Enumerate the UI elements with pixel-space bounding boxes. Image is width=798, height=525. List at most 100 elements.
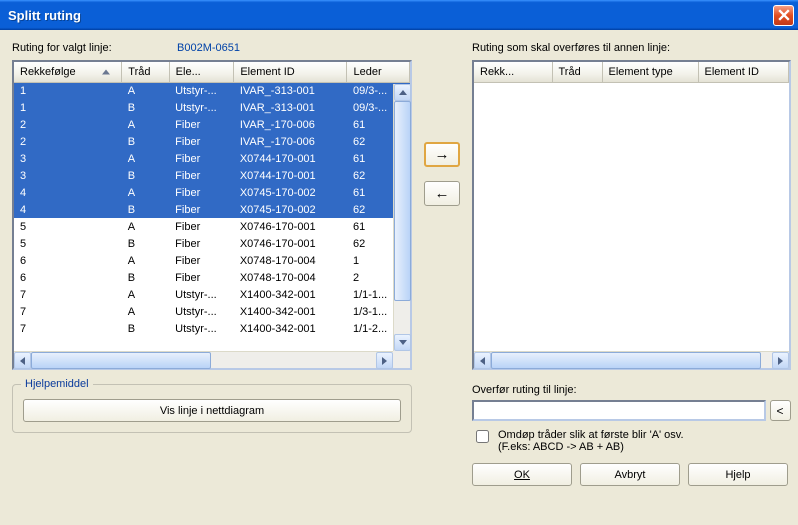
column-header[interactable]: Tråd	[122, 62, 169, 82]
left-column: Ruting for valgt linje: B002M-0651 Rekke…	[12, 42, 412, 517]
scroll-thumb[interactable]	[491, 352, 761, 369]
scroll-left-button[interactable]	[474, 352, 491, 369]
left-vscrollbar[interactable]	[393, 84, 410, 351]
table-cell: 1	[14, 82, 122, 99]
table-cell: X0745-170-002	[234, 184, 347, 201]
scroll-left-button[interactable]	[14, 352, 31, 369]
table-cell: B	[122, 201, 169, 218]
browse-button[interactable]: <	[770, 400, 791, 421]
column-header[interactable]: Element type	[602, 62, 698, 82]
column-header[interactable]: Leder	[347, 62, 410, 82]
table-cell: Fiber	[169, 133, 234, 150]
table-cell: X0745-170-002	[234, 201, 347, 218]
scroll-thumb[interactable]	[31, 352, 211, 369]
table-cell: X1400-342-001	[234, 303, 347, 320]
table-row[interactable]: 1AUtstyr-...IVAR_-313-00109/3-...	[14, 82, 410, 99]
table-row[interactable]: 2BFiberIVAR_-170-00662	[14, 133, 410, 150]
table-cell: X1400-342-001	[234, 286, 347, 303]
table-cell: IVAR_-170-006	[234, 116, 347, 133]
table-cell: Utstyr-...	[169, 99, 234, 116]
transfer-input[interactable]	[472, 400, 766, 421]
table-cell: A	[122, 286, 169, 303]
table-row[interactable]: 7AUtstyr-...X1400-342-0011/3-1...	[14, 303, 410, 320]
arrow-right-icon: →	[435, 146, 450, 163]
right-table[interactable]: Rekk...TrådElement typeElement ID	[472, 60, 791, 370]
ok-button[interactable]: OK	[472, 463, 572, 486]
close-button[interactable]	[773, 5, 794, 26]
column-header[interactable]: Rekk...	[474, 62, 552, 82]
table-cell: B	[122, 133, 169, 150]
table-cell: X0744-170-001	[234, 150, 347, 167]
table-row[interactable]: 3AFiberX0744-170-00161	[14, 150, 410, 167]
table-cell: B	[122, 167, 169, 184]
help-button[interactable]: Hjelp	[688, 463, 788, 486]
table-row[interactable]: 4AFiberX0745-170-00261	[14, 184, 410, 201]
table-cell: 1	[14, 99, 122, 116]
column-header[interactable]: Element ID	[698, 62, 788, 82]
table-cell: Fiber	[169, 269, 234, 286]
help-groupbox: Hjelpemiddel Vis linje i nettdiagram	[12, 384, 412, 433]
scroll-right-button[interactable]	[772, 352, 789, 369]
table-cell: 7	[14, 286, 122, 303]
left-label: Ruting for valgt linje:	[12, 42, 177, 54]
column-header[interactable]: Tråd	[552, 62, 602, 82]
scroll-thumb[interactable]	[394, 101, 411, 301]
table-row[interactable]: 5BFiberX0746-170-00162	[14, 235, 410, 252]
chevron-up-icon	[399, 90, 407, 95]
close-icon	[778, 9, 790, 21]
table-row[interactable]: 6AFiberX0748-170-0041	[14, 252, 410, 269]
move-right-button[interactable]: →	[424, 142, 460, 167]
table-cell: 3	[14, 150, 122, 167]
table-cell: A	[122, 116, 169, 133]
table-row[interactable]: 7BUtstyr-...X1400-342-0011/1-2...	[14, 320, 410, 337]
move-left-button[interactable]: ←	[424, 181, 460, 206]
table-cell: X1400-342-001	[234, 320, 347, 337]
scroll-down-button[interactable]	[394, 334, 411, 351]
dialog-content: Ruting for valgt linje: B002M-0651 Rekke…	[0, 30, 798, 525]
right-column: Ruting som skal overføres til annen linj…	[472, 42, 791, 517]
chevron-left-icon	[20, 357, 25, 365]
table-cell: A	[122, 303, 169, 320]
left-hscrollbar[interactable]	[14, 351, 393, 368]
scroll-corner	[393, 351, 410, 368]
table-cell: A	[122, 150, 169, 167]
scroll-right-button[interactable]	[376, 352, 393, 369]
table-cell: Utstyr-...	[169, 303, 234, 320]
arrow-left-icon: ←	[435, 185, 450, 202]
table-row[interactable]: 7AUtstyr-...X1400-342-0011/1-1...	[14, 286, 410, 303]
table-cell: Fiber	[169, 116, 234, 133]
table-row[interactable]: 5AFiberX0746-170-00161	[14, 218, 410, 235]
column-header[interactable]: Ele...	[169, 62, 234, 82]
column-header[interactable]: Element ID	[234, 62, 347, 82]
table-cell: Utstyr-...	[169, 286, 234, 303]
left-table[interactable]: RekkefølgeTrådEle...Element IDLeder 1AUt…	[12, 60, 412, 370]
table-cell: A	[122, 82, 169, 99]
rename-checkbox[interactable]	[476, 430, 489, 443]
scroll-up-button[interactable]	[394, 84, 411, 101]
table-row[interactable]: 2AFiberIVAR_-170-00661	[14, 116, 410, 133]
table-cell: Fiber	[169, 252, 234, 269]
show-line-button[interactable]: Vis linje i nettdiagram	[23, 399, 401, 422]
cancel-button[interactable]: Avbryt	[580, 463, 680, 486]
column-header[interactable]: Rekkefølge	[14, 62, 122, 82]
table-row[interactable]: 3BFiberX0744-170-00162	[14, 167, 410, 184]
table-cell: X0748-170-004	[234, 269, 347, 286]
table-cell: IVAR_-313-001	[234, 82, 347, 99]
right-hscrollbar[interactable]	[474, 351, 789, 368]
table-cell: Fiber	[169, 235, 234, 252]
table-row[interactable]: 6BFiberX0748-170-0042	[14, 269, 410, 286]
right-label-row: Ruting som skal overføres til annen linj…	[472, 42, 791, 54]
table-cell: 2	[14, 116, 122, 133]
table-row[interactable]: 1BUtstyr-...IVAR_-313-00109/3-...	[14, 99, 410, 116]
table-cell: 5	[14, 235, 122, 252]
table-row[interactable]: 4BFiberX0745-170-00262	[14, 201, 410, 218]
table-cell: A	[122, 252, 169, 269]
table-cell: 6	[14, 252, 122, 269]
table-cell: 5	[14, 218, 122, 235]
transfer-section: Overfør ruting til linje: < Omdøp tråder…	[472, 384, 791, 486]
table-cell: 3	[14, 167, 122, 184]
table-cell: 2	[14, 133, 122, 150]
table-cell: B	[122, 99, 169, 116]
table-cell: X0748-170-004	[234, 252, 347, 269]
chevron-left-icon	[480, 357, 485, 365]
